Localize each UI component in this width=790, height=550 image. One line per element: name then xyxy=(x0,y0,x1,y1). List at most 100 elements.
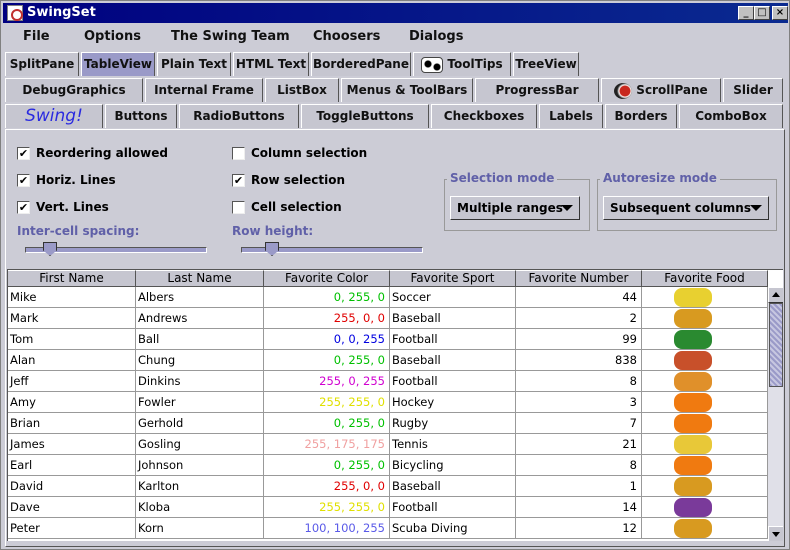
last-name-cell[interactable]: Karlton xyxy=(136,476,264,497)
last-name-cell[interactable]: Kloba xyxy=(136,497,264,518)
favorite-food-cell[interactable] xyxy=(642,476,768,497)
favorite-sport-cell[interactable]: Football xyxy=(390,371,516,392)
favorite-food-cell[interactable] xyxy=(642,392,768,413)
tab-swing[interactable]: Swing! xyxy=(5,104,103,128)
favorite-sport-cell[interactable]: Rugby xyxy=(390,413,516,434)
tab-radiobuttons[interactable]: RadioButtons xyxy=(179,104,299,128)
table-row[interactable]: Mike Albers 0, 255, 0 Soccer 44 xyxy=(8,287,768,308)
minimize-button[interactable]: _ xyxy=(738,6,754,20)
first-name-cell[interactable]: Tom xyxy=(8,329,136,350)
tab-togglebuttons[interactable]: ToggleButtons xyxy=(301,104,429,128)
favorite-number-cell[interactable]: 3 xyxy=(516,392,642,413)
column-header[interactable]: Favorite Number xyxy=(516,270,642,287)
favorite-number-cell[interactable]: 8 xyxy=(516,371,642,392)
first-name-cell[interactable]: Amy xyxy=(8,392,136,413)
menu-dialogs[interactable]: Dialogs xyxy=(409,29,463,44)
last-name-cell[interactable]: Ball xyxy=(136,329,264,350)
first-name-cell[interactable]: Mark xyxy=(8,308,136,329)
favorite-sport-cell[interactable]: Baseball xyxy=(390,476,516,497)
first-name-cell[interactable]: Dave xyxy=(8,497,136,518)
favorite-color-cell[interactable]: 0, 255, 0 xyxy=(264,350,390,371)
favorite-number-cell[interactable]: 44 xyxy=(516,287,642,308)
close-button[interactable]: × xyxy=(772,6,788,20)
table-row[interactable]: Peter Korn 100, 100, 255 Scuba Diving 12 xyxy=(8,518,768,539)
favorite-color-cell[interactable]: 255, 255, 0 xyxy=(264,497,390,518)
tab-combobox[interactable]: ComboBox xyxy=(679,104,783,128)
tab-scrollpane[interactable]: ScrollPane xyxy=(601,78,721,102)
column-header[interactable]: Favorite Sport xyxy=(390,270,516,287)
tab-borderedpane[interactable]: BorderedPane xyxy=(311,52,411,76)
favorite-sport-cell[interactable]: Baseball xyxy=(390,350,516,371)
favorite-color-cell[interactable]: 255, 0, 255 xyxy=(264,371,390,392)
first-name-cell[interactable]: Peter xyxy=(8,518,136,539)
favorite-food-cell[interactable] xyxy=(642,518,768,539)
scroll-down-icon[interactable] xyxy=(768,526,783,541)
tab-checkboxes[interactable]: Checkboxes xyxy=(431,104,537,128)
last-name-cell[interactable]: Gosling xyxy=(136,434,264,455)
last-name-cell[interactable]: Albers xyxy=(136,287,264,308)
favorite-food-cell[interactable] xyxy=(642,329,768,350)
tab-treeview[interactable]: TreeView xyxy=(513,52,579,76)
favorite-food-cell[interactable] xyxy=(642,434,768,455)
favorite-number-cell[interactable]: 21 xyxy=(516,434,642,455)
favorite-color-cell[interactable]: 255, 0, 0 xyxy=(264,476,390,497)
favorite-food-cell[interactable] xyxy=(642,455,768,476)
intercell-spacing-slider[interactable] xyxy=(25,242,207,256)
favorite-color-cell[interactable]: 0, 255, 0 xyxy=(264,287,390,308)
favorite-food-cell[interactable] xyxy=(642,497,768,518)
last-name-cell[interactable]: Fowler xyxy=(136,392,264,413)
column-header[interactable]: Last Name xyxy=(136,270,264,287)
favorite-sport-cell[interactable]: Hockey xyxy=(390,392,516,413)
tab-tooltips[interactable]: ToolTips xyxy=(413,52,511,76)
vertical-scrollbar[interactable] xyxy=(768,287,783,541)
last-name-cell[interactable]: Chung xyxy=(136,350,264,371)
tab-buttons[interactable]: Buttons xyxy=(105,104,177,128)
favorite-food-cell[interactable] xyxy=(642,308,768,329)
menu-options[interactable]: Options xyxy=(84,29,141,44)
favorite-color-cell[interactable]: 0, 255, 0 xyxy=(264,413,390,434)
favorite-color-cell[interactable]: 100, 100, 255 xyxy=(264,518,390,539)
favorite-color-cell[interactable]: 255, 0, 0 xyxy=(264,308,390,329)
favorite-number-cell[interactable]: 14 xyxy=(516,497,642,518)
last-name-cell[interactable]: Korn xyxy=(136,518,264,539)
favorite-number-cell[interactable]: 1 xyxy=(516,476,642,497)
table-row[interactable]: Mark Andrews 255, 0, 0 Baseball 2 xyxy=(8,308,768,329)
first-name-cell[interactable]: Earl xyxy=(8,455,136,476)
menu-file[interactable]: File xyxy=(23,29,50,44)
favorite-number-cell[interactable]: 8 xyxy=(516,455,642,476)
scroll-up-icon[interactable] xyxy=(768,287,783,303)
favorite-color-cell[interactable]: 255, 175, 175 xyxy=(264,434,390,455)
first-name-cell[interactable]: Mike xyxy=(8,287,136,308)
first-name-cell[interactable]: David xyxy=(8,476,136,497)
first-name-cell[interactable]: James xyxy=(8,434,136,455)
table-row[interactable]: Jeff Dinkins 255, 0, 255 Football 8 xyxy=(8,371,768,392)
favorite-food-cell[interactable] xyxy=(642,371,768,392)
favorite-sport-cell[interactable]: Soccer xyxy=(390,287,516,308)
column-header[interactable]: Favorite Food xyxy=(642,270,768,287)
last-name-cell[interactable]: Gerhold xyxy=(136,413,264,434)
favorite-sport-cell[interactable]: Tennis xyxy=(390,434,516,455)
tab-debuggraphics[interactable]: DebugGraphics xyxy=(5,78,143,102)
maximize-button[interactable]: □ xyxy=(754,6,770,20)
autoresize-mode-combo[interactable]: Subsequent columns xyxy=(603,196,769,220)
table-row[interactable]: James Gosling 255, 175, 175 Tennis 21 xyxy=(8,434,768,455)
tab-menus-toolbars[interactable]: Menus & ToolBars xyxy=(341,78,473,102)
tab-listbox[interactable]: ListBox xyxy=(265,78,339,102)
favorite-food-cell[interactable] xyxy=(642,350,768,371)
favorite-food-cell[interactable] xyxy=(642,287,768,308)
table-row[interactable]: Earl Johnson 0, 255, 0 Bicycling 8 xyxy=(8,455,768,476)
tab-progressbar[interactable]: ProgressBar xyxy=(475,78,599,102)
favorite-number-cell[interactable]: 838 xyxy=(516,350,642,371)
selection-mode-combo[interactable]: Multiple ranges xyxy=(450,196,580,220)
favorite-number-cell[interactable]: 7 xyxy=(516,413,642,434)
tab-slider[interactable]: Slider xyxy=(723,78,783,102)
first-name-cell[interactable]: Alan xyxy=(8,350,136,371)
first-name-cell[interactable]: Brian xyxy=(8,413,136,434)
last-name-cell[interactable]: Dinkins xyxy=(136,371,264,392)
favorite-sport-cell[interactable]: Scuba Diving xyxy=(390,518,516,539)
favorite-sport-cell[interactable]: Baseball xyxy=(390,308,516,329)
favorite-color-cell[interactable]: 0, 0, 255 xyxy=(264,329,390,350)
last-name-cell[interactable]: Andrews xyxy=(136,308,264,329)
favorite-sport-cell[interactable]: Football xyxy=(390,329,516,350)
last-name-cell[interactable]: Johnson xyxy=(136,455,264,476)
